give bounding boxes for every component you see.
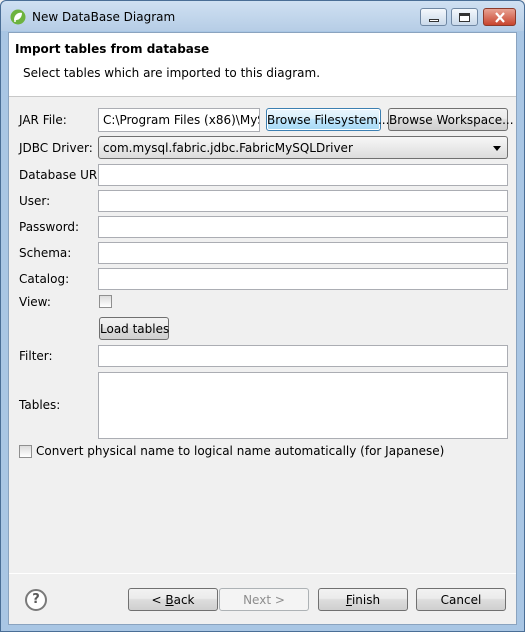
schema-label: Schema:	[19, 246, 72, 260]
next-button[interactable]: Next >	[219, 588, 309, 611]
catalog-label: Catalog:	[19, 272, 70, 286]
footer-separator	[9, 573, 516, 574]
tables-list[interactable]	[98, 372, 508, 439]
wizard-header: Import tables from database Select table…	[9, 33, 516, 97]
dialog-client-area: Import tables from database Select table…	[8, 32, 517, 625]
user-input[interactable]	[98, 190, 508, 212]
jdbc-driver-value: com.mysql.fabric.jdbc.FabricMySQLDriver	[103, 141, 353, 155]
back-button[interactable]: < Back	[128, 588, 218, 611]
page-description: Select tables which are imported to this…	[23, 66, 321, 80]
filter-label: Filter:	[19, 349, 53, 363]
window-title: New DataBase Diagram	[32, 10, 176, 24]
jdbc-driver-label: JDBC Driver:	[19, 141, 93, 155]
convert-name-checkbox[interactable]	[19, 445, 32, 458]
view-checkbox[interactable]	[99, 295, 112, 308]
dialog-window: New DataBase Diagram Import tables from …	[0, 0, 525, 632]
database-uri-input[interactable]	[98, 164, 508, 186]
password-label: Password:	[19, 220, 80, 234]
jdbc-driver-select[interactable]: com.mysql.fabric.jdbc.FabricMySQLDriver	[98, 136, 508, 159]
maximize-icon	[459, 12, 470, 22]
finish-rest: inish	[351, 592, 381, 607]
close-button[interactable]	[483, 8, 516, 26]
minimize-icon	[428, 18, 439, 22]
jar-file-label: JAR File:	[19, 113, 67, 127]
page-title: Import tables from database	[15, 42, 210, 56]
cancel-button[interactable]: Cancel	[416, 588, 506, 611]
schema-input[interactable]	[98, 242, 508, 264]
back-rest: ack	[173, 592, 195, 607]
browse-workspace-button[interactable]: Browse Workspace...	[388, 108, 514, 131]
convert-name-label[interactable]: Convert physical name to logical name au…	[36, 444, 444, 458]
filter-input[interactable]	[98, 345, 508, 367]
back-prefix: <	[151, 592, 166, 607]
title-bar[interactable]: New DataBase Diagram	[1, 1, 524, 31]
database-uri-label: Database URI:	[19, 168, 105, 182]
jar-file-input[interactable]: C:\Program Files (x86)\MyS	[98, 108, 260, 132]
catalog-input[interactable]	[98, 268, 508, 290]
back-mnemonic: B	[165, 592, 174, 607]
user-label: User:	[19, 194, 51, 208]
spring-leaf-icon	[10, 9, 26, 25]
minimize-button[interactable]	[420, 8, 447, 26]
view-label: View:	[19, 295, 51, 309]
browse-filesystem-button[interactable]: Browse Filesystem...	[266, 108, 389, 131]
finish-button[interactable]: Finish	[318, 588, 408, 611]
load-tables-button[interactable]: Load tables	[99, 317, 169, 340]
password-input[interactable]	[98, 216, 508, 238]
maximize-button[interactable]	[451, 8, 478, 26]
chevron-down-icon	[493, 146, 501, 151]
tables-label: Tables:	[19, 398, 61, 412]
close-icon	[494, 11, 505, 23]
help-icon[interactable]: ?	[25, 589, 47, 611]
